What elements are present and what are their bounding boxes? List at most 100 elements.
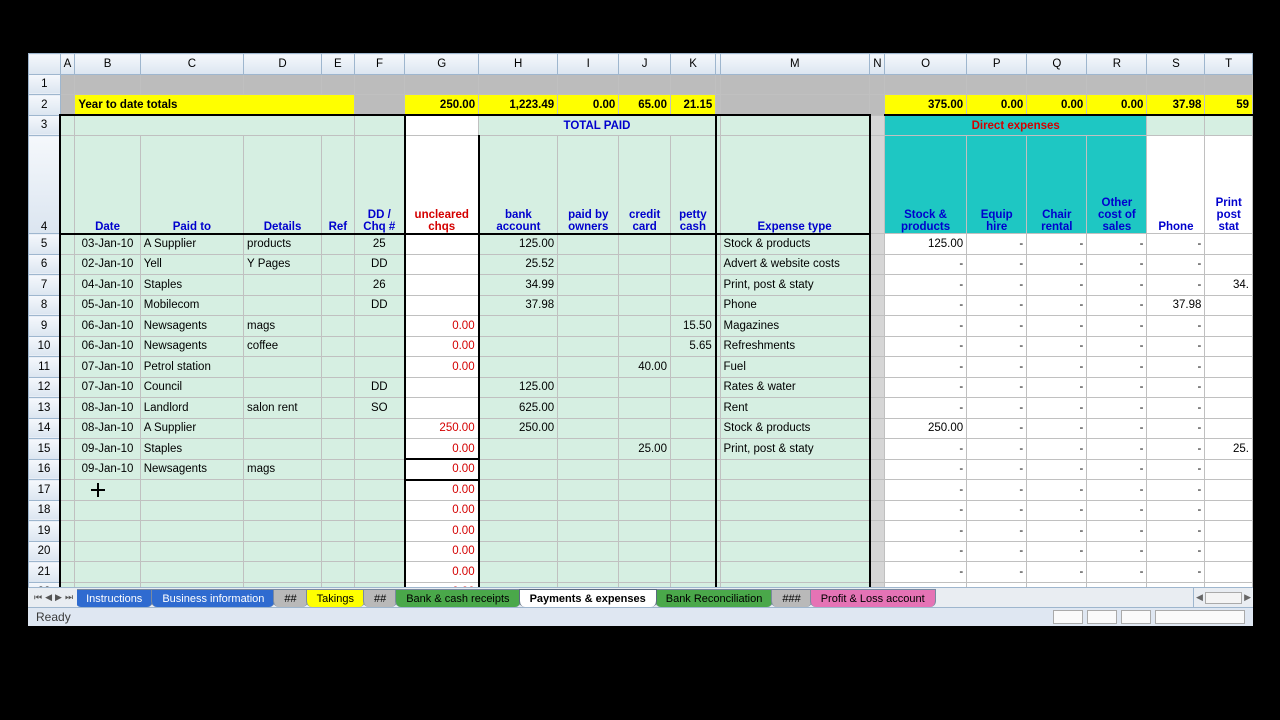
cell-print[interactable] [1205, 316, 1253, 337]
cell-petty[interactable] [670, 521, 715, 542]
cell-credit[interactable] [619, 336, 671, 357]
cell-owners[interactable] [558, 521, 619, 542]
cell-expensetype[interactable] [720, 480, 870, 501]
cell[interactable] [1147, 74, 1205, 95]
ytd-total-R[interactable]: 0.00 [1087, 95, 1147, 116]
view-mode-pagebreak[interactable] [1121, 610, 1151, 624]
cell-stock[interactable]: - [884, 316, 966, 337]
cell-equip[interactable]: - [967, 357, 1027, 378]
col-header-K[interactable]: K [670, 54, 715, 75]
cell-ddchq[interactable]: SO [354, 398, 405, 419]
cell-petty[interactable] [670, 234, 715, 255]
cell-equip[interactable]: - [967, 398, 1027, 419]
cell-expensetype[interactable]: Print, post & staty [720, 439, 870, 460]
cell-details[interactable] [244, 541, 322, 562]
row-header-6[interactable]: 6 [29, 254, 61, 275]
ytd-total-O[interactable]: 375.00 [884, 95, 966, 116]
cell-expensetype[interactable] [720, 459, 870, 480]
cell-phone[interactable]: - [1147, 377, 1205, 398]
cell-owners[interactable] [558, 357, 619, 378]
row-header-11[interactable]: 11 [29, 357, 61, 378]
cell-paidto[interactable]: Council [140, 377, 243, 398]
ytd-total-Q[interactable]: 0.00 [1027, 95, 1087, 116]
ytd-label[interactable]: Year to date totals [75, 95, 354, 116]
cell-details[interactable] [244, 562, 322, 583]
cell-uncleared[interactable] [405, 398, 479, 419]
scroll-track[interactable] [1205, 592, 1242, 604]
cell-equip[interactable]: - [967, 562, 1027, 583]
cell-ddchq[interactable]: 26 [354, 275, 405, 296]
cell[interactable] [1205, 74, 1253, 95]
cell[interactable] [354, 74, 405, 95]
cell-bank[interactable] [479, 357, 558, 378]
cell-stock[interactable]: - [884, 377, 966, 398]
cell-expensetype[interactable]: Print, post & staty [720, 275, 870, 296]
col-header-O[interactable]: O [884, 54, 966, 75]
scroll-right-icon[interactable]: ▶ [1244, 592, 1251, 603]
cell-ddchq[interactable]: 25 [354, 234, 405, 255]
cell-details[interactable] [244, 418, 322, 439]
sheet-tab[interactable]: Takings [306, 589, 365, 607]
cell-equip[interactable]: - [967, 459, 1027, 480]
cell[interactable] [884, 74, 966, 95]
cell-ref[interactable] [322, 316, 355, 337]
cell-print[interactable] [1205, 398, 1253, 419]
cell-date[interactable] [75, 541, 140, 562]
cell-ddchq[interactable]: DD [354, 254, 405, 275]
sheet-tab[interactable]: Payments & expenses [519, 589, 657, 607]
cell-stock[interactable]: - [884, 295, 966, 316]
cell-paidto[interactable]: A Supplier [140, 418, 243, 439]
cell-expensetype[interactable] [720, 521, 870, 542]
cell-bank[interactable]: 125.00 [479, 234, 558, 255]
ytd-total-I[interactable]: 0.00 [558, 95, 619, 116]
cell-uncleared[interactable]: 0.00 [405, 480, 479, 501]
cell-credit[interactable] [619, 295, 671, 316]
cell-stock[interactable]: - [884, 336, 966, 357]
col-header-R[interactable]: R [1087, 54, 1147, 75]
cell[interactable] [244, 74, 322, 95]
cell-petty[interactable] [670, 398, 715, 419]
row-header-20[interactable]: 20 [29, 541, 61, 562]
row-header-8[interactable]: 8 [29, 295, 61, 316]
cell-credit[interactable] [619, 316, 671, 337]
cell-expensetype[interactable]: Magazines [720, 316, 870, 337]
sheet-tab[interactable]: ## [273, 589, 307, 607]
cell-bank[interactable]: 25.52 [479, 254, 558, 275]
cell-phone[interactable]: - [1147, 316, 1205, 337]
cell-date[interactable] [75, 562, 140, 583]
tab-nav-buttons[interactable]: ⏮ ◀ ▶ ⏭ [28, 588, 77, 607]
tab-last-icon[interactable]: ⏭ [65, 592, 73, 603]
cell-othercost[interactable]: - [1087, 521, 1147, 542]
cell-expensetype[interactable]: Stock & products [720, 418, 870, 439]
cell-ddchq[interactable]: DD [354, 377, 405, 398]
cell-expensetype[interactable]: Fuel [720, 357, 870, 378]
cell-phone[interactable]: - [1147, 357, 1205, 378]
cell-phone[interactable]: - [1147, 254, 1205, 275]
cell-equip[interactable]: - [967, 377, 1027, 398]
cell-paidto[interactable]: Yell [140, 254, 243, 275]
scroll-left-icon[interactable]: ◀ [1196, 592, 1203, 603]
cell-uncleared[interactable] [405, 275, 479, 296]
cell-details[interactable]: salon rent [244, 398, 322, 419]
cell-othercost[interactable]: - [1087, 541, 1147, 562]
cell-phone[interactable]: - [1147, 275, 1205, 296]
cell-print[interactable] [1205, 480, 1253, 501]
cell-stock[interactable]: - [884, 562, 966, 583]
col-header-G[interactable]: G [405, 54, 479, 75]
col-header-H[interactable]: H [479, 54, 558, 75]
cell-chair[interactable]: - [1027, 500, 1087, 521]
cell-print[interactable] [1205, 295, 1253, 316]
cell-details[interactable] [244, 439, 322, 460]
cell-chair[interactable]: - [1027, 541, 1087, 562]
cell-othercost[interactable]: - [1087, 254, 1147, 275]
cell-equip[interactable]: - [967, 336, 1027, 357]
cell-ref[interactable] [322, 480, 355, 501]
cell-petty[interactable]: 15.50 [670, 316, 715, 337]
cell-chair[interactable]: - [1027, 459, 1087, 480]
cell[interactable] [60, 74, 75, 95]
cell-bank[interactable] [479, 562, 558, 583]
cell[interactable] [558, 74, 619, 95]
cell-chair[interactable]: - [1027, 398, 1087, 419]
cell-othercost[interactable]: - [1087, 357, 1147, 378]
sheet-tab[interactable]: ### [771, 589, 811, 607]
